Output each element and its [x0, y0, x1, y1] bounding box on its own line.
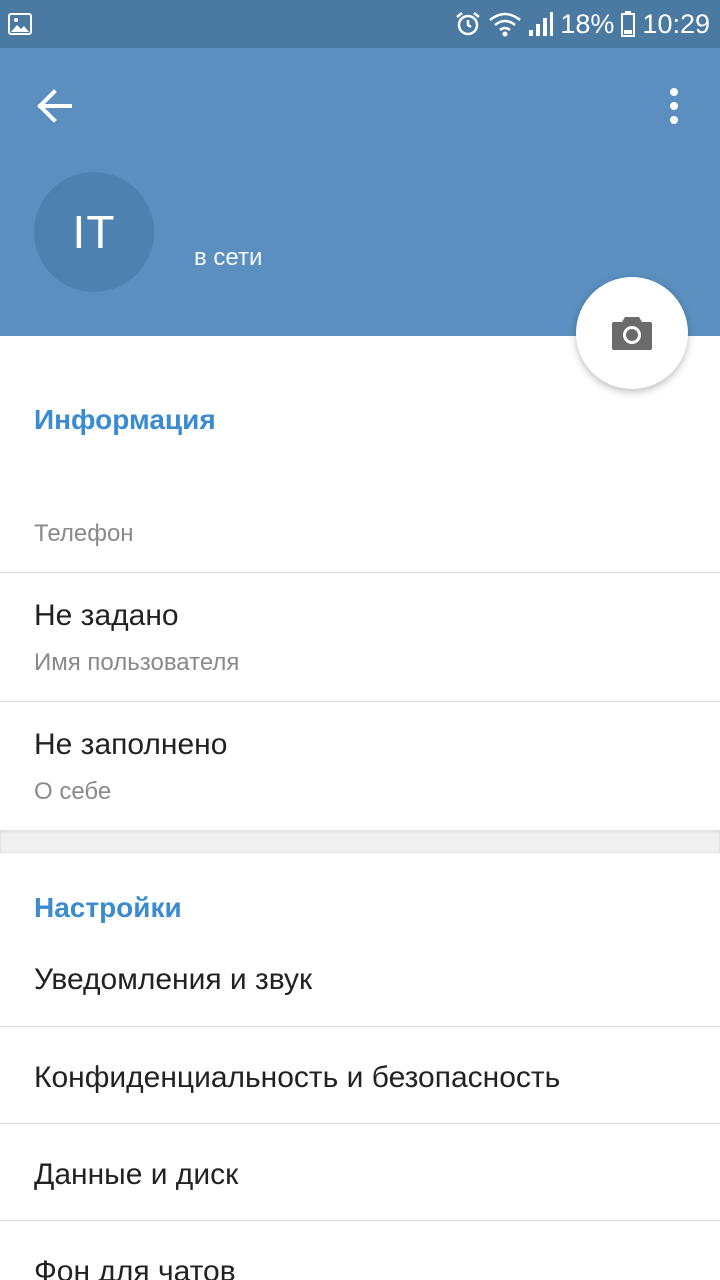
settings-item-data[interactable]: Данные и диск	[0, 1124, 720, 1220]
settings-item-label: Данные и диск	[34, 1158, 239, 1191]
phone-label: Телефон	[34, 520, 134, 547]
settings-item-label: Фон для чатов	[34, 1255, 236, 1280]
section-separator	[0, 830, 720, 853]
settings-item-label: Конфиденциальность и безопасность	[34, 1061, 561, 1094]
avatar[interactable]: IT	[34, 172, 154, 292]
about-value: Не заполнено	[34, 728, 228, 761]
wifi-icon	[489, 12, 522, 37]
info-section-title: Информация	[34, 404, 216, 435]
camera-icon	[612, 317, 652, 350]
clock: 10:29	[642, 8, 710, 39]
online-status: в сети	[194, 244, 263, 271]
username-row[interactable]: Не задано Имя пользователя	[0, 573, 720, 701]
alarm-icon	[456, 12, 481, 36]
back-arrow-icon[interactable]	[28, 78, 84, 134]
settings-item-chat-background[interactable]: Фон для чатов	[0, 1221, 720, 1280]
status-icons: 18% 10:29	[454, 0, 710, 48]
settings-item-privacy[interactable]: Конфиденциальность и безопасность	[0, 1027, 720, 1123]
avatar-initials: IT	[72, 206, 116, 258]
signal-icon	[529, 12, 554, 36]
about-label: О себе	[34, 778, 112, 805]
image-icon	[8, 13, 32, 35]
settings-section-title: Настройки	[34, 892, 182, 923]
username-value: Не задано	[34, 599, 179, 632]
settings-item-label: Уведомления и звук	[34, 963, 313, 996]
status-bar: 18% 10:29	[0, 0, 720, 48]
about-row[interactable]: Не заполнено О себе	[0, 702, 720, 830]
username-label: Имя пользователя	[34, 649, 240, 676]
phone-row[interactable]: Телефон	[0, 480, 720, 572]
set-photo-button[interactable]	[576, 277, 688, 389]
settings-item-notifications[interactable]: Уведомления и звук	[0, 935, 720, 1026]
battery-icon	[621, 11, 636, 37]
battery-percent: 18%	[560, 8, 615, 39]
more-vert-icon[interactable]	[654, 78, 694, 134]
